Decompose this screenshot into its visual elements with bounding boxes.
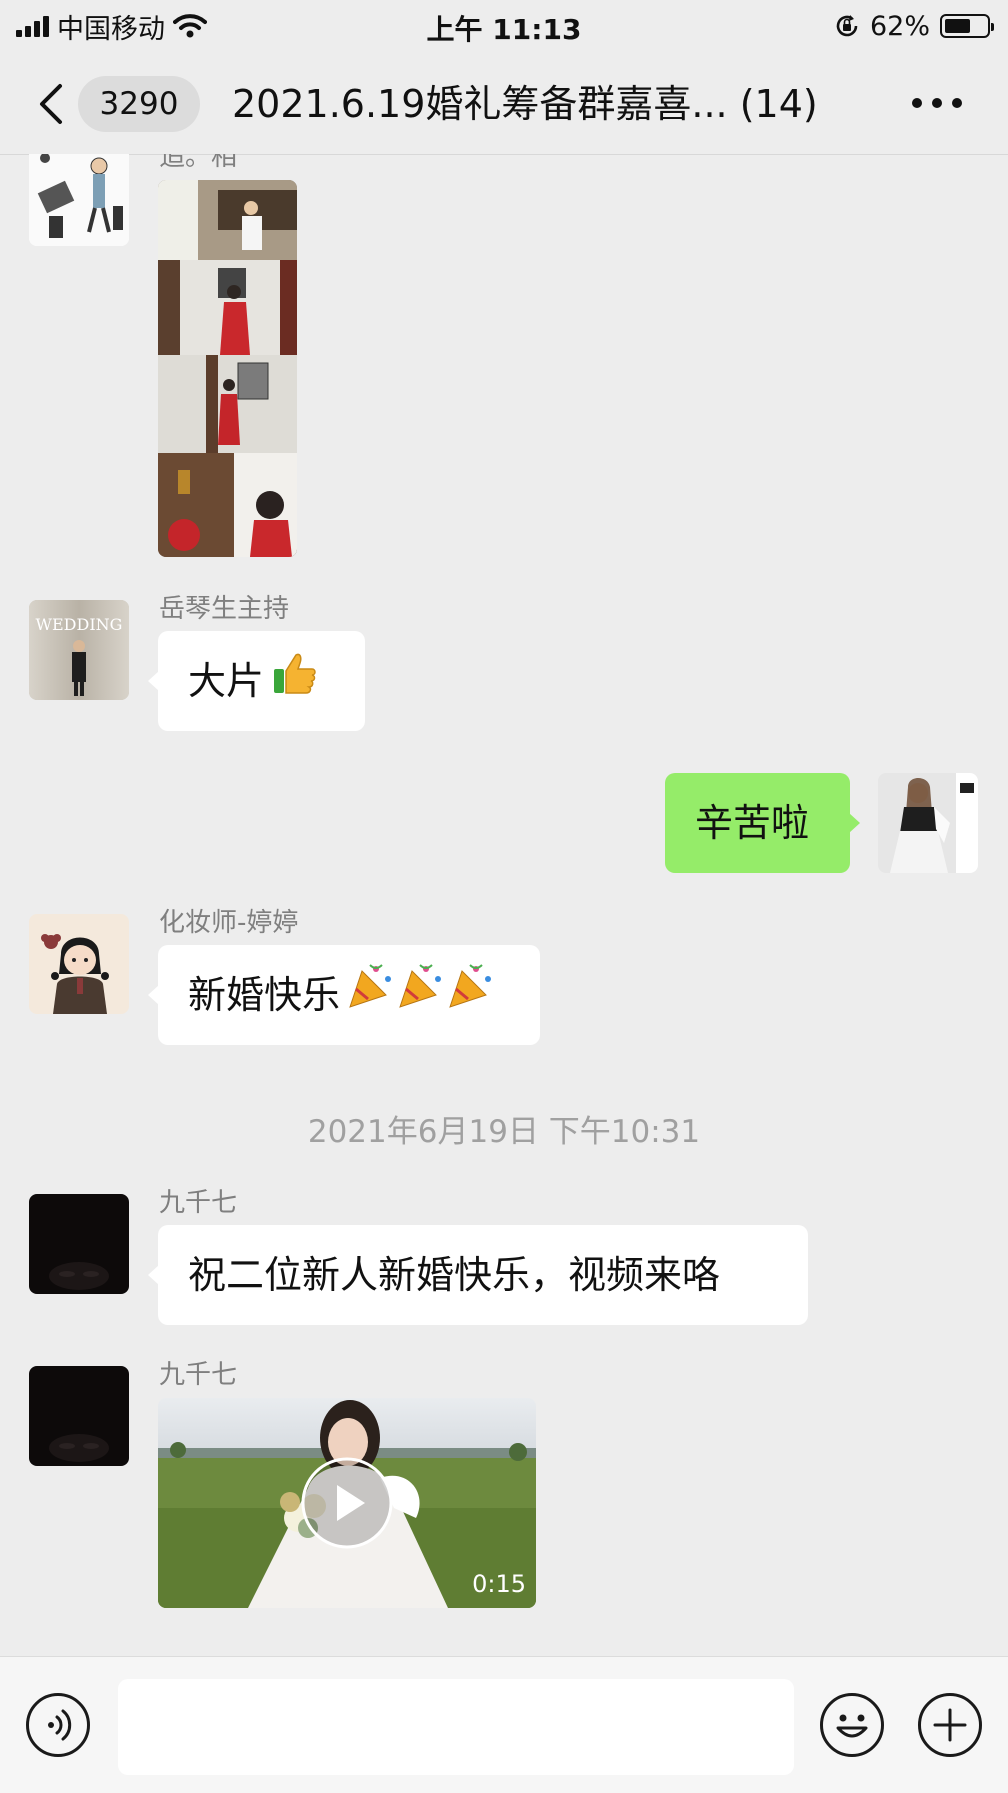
sender-name: 化妆师-婷婷 (159, 908, 299, 938)
status-bar: 中国移动 上午 11:13 62% (0, 0, 1008, 52)
message-text: 大片 (188, 659, 265, 703)
chat-title: 2021.6.19婚礼筹备群嘉喜... (14) (232, 82, 818, 126)
status-right: 62% (834, 8, 994, 44)
message-bubble[interactable]: 祝二位新人新婚快乐，视频来咯 (148, 1225, 808, 1325)
party-popper-icon (346, 948, 496, 1048)
video-message[interactable]: 0:15 (158, 1398, 536, 1608)
thumbs-up-icon (270, 634, 318, 734)
photo-collage[interactable] (158, 180, 297, 557)
avatar[interactable] (29, 1194, 129, 1294)
sender-name: 九千七 (159, 1188, 238, 1218)
play-icon[interactable] (299, 1455, 395, 1551)
chevron-left-icon (40, 84, 62, 124)
unread-count-badge[interactable]: 3290 (78, 76, 200, 132)
sender-name: 岳琴生主持 (159, 594, 290, 624)
sender-name: 九千七 (159, 1360, 238, 1390)
battery-level (945, 19, 970, 33)
avatar[interactable]: WEDDING (29, 600, 129, 700)
plus-icon[interactable] (918, 1693, 982, 1757)
my-avatar[interactable] (878, 773, 978, 873)
svg-text:WEDDING: WEDDING (36, 615, 123, 634)
back-button[interactable] (30, 78, 78, 130)
message-bubble-outgoing[interactable]: 辛苦啦 (665, 773, 860, 873)
message-text: 辛苦啦 (695, 801, 810, 845)
message-timestamp: 2021年6月19日 下午10:31 (307, 1114, 701, 1150)
message-bubble[interactable]: 大片 (148, 631, 365, 734)
chat-header: 3290 2021.6.19婚礼筹备群嘉喜... (14) (0, 52, 1008, 155)
message-input[interactable] (118, 1679, 794, 1775)
message-text: 新婚快乐 (188, 973, 341, 1017)
emoji-face-icon[interactable] (820, 1693, 884, 1757)
message-bubble[interactable]: 新婚快乐 (148, 945, 540, 1048)
battery-icon (940, 14, 994, 38)
battery-percent: 62% (869, 10, 930, 42)
rotation-lock-icon (836, 15, 858, 37)
message-text: 祝二位新人新婚快乐，视频来咯 (188, 1253, 721, 1297)
voice-icon[interactable] (26, 1693, 90, 1757)
input-bar (0, 1656, 1008, 1793)
avatar[interactable] (29, 1366, 129, 1466)
message-list[interactable]: 追。相 WEDDING 岳琴生主持 大片 辛苦啦 化妆师-婷婷 新婚快乐 202… (0, 154, 1008, 1656)
video-duration: 0:15 (472, 1570, 526, 1598)
partial-caption: 追。相 (159, 154, 238, 172)
more-dots-icon[interactable] (912, 90, 962, 116)
avatar[interactable] (29, 154, 129, 246)
avatar[interactable] (29, 914, 129, 1014)
